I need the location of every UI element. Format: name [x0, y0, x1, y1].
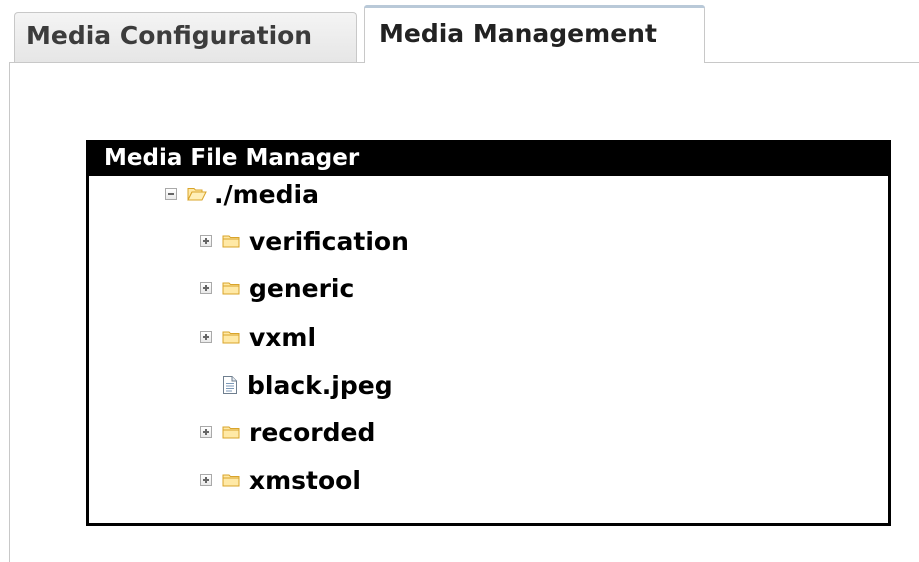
file-manager-title: Media File Manager [89, 143, 888, 176]
media-file-manager: Media File Manager ./media verification … [86, 140, 891, 526]
tree-node-file[interactable]: black.jpeg [200, 369, 393, 401]
tree-node-folder[interactable]: recorded [200, 416, 375, 448]
tree-label-verification[interactable]: verification [249, 227, 409, 256]
folder-open-icon [187, 186, 207, 202]
file-icon [222, 375, 238, 395]
tab-media-configuration[interactable]: Media Configuration [14, 12, 357, 62]
tree-node-folder[interactable]: vxml [200, 321, 316, 353]
expand-toggle-icon[interactable] [200, 235, 212, 247]
folder-icon [222, 424, 240, 440]
tree-node-folder[interactable]: verification [200, 225, 409, 257]
tree-node-folder[interactable]: generic [200, 272, 354, 304]
tab-strip: Media Configuration Media Management [0, 0, 919, 63]
tree-label-black-jpeg[interactable]: black.jpeg [247, 371, 393, 400]
tree-node-root[interactable]: ./media [165, 178, 319, 210]
folder-icon [222, 329, 240, 345]
expand-toggle-icon[interactable] [200, 474, 212, 486]
folder-icon [222, 472, 240, 488]
tree-label-xmstool[interactable]: xmstool [249, 466, 361, 495]
collapse-toggle-icon[interactable] [165, 188, 177, 200]
tree-label-root[interactable]: ./media [214, 180, 319, 209]
tree-node-folder[interactable]: xmstool [200, 464, 361, 496]
tree-label-generic[interactable]: generic [249, 274, 354, 303]
tab-media-management[interactable]: Media Management [364, 5, 705, 63]
folder-icon [222, 233, 240, 249]
expand-toggle-icon[interactable] [200, 282, 212, 294]
expand-toggle-icon[interactable] [200, 426, 212, 438]
tree-label-recorded[interactable]: recorded [249, 418, 375, 447]
expand-toggle-icon[interactable] [200, 331, 212, 343]
tree-label-vxml[interactable]: vxml [249, 323, 316, 352]
folder-icon [222, 280, 240, 296]
